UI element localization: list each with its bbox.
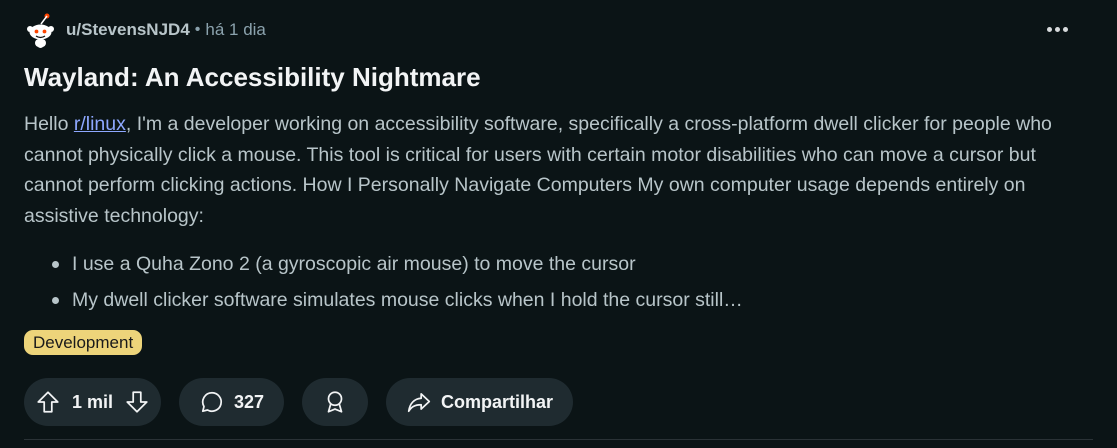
body-text: , I'm a developer working on accessibili… — [24, 113, 1052, 227]
more-dot-icon — [1062, 26, 1068, 32]
body-intro: Hello — [24, 113, 74, 135]
share-label: Compartilhar — [441, 391, 554, 412]
share-icon — [406, 389, 432, 415]
more-dot-icon — [1046, 26, 1052, 32]
share-button[interactable]: Compartilhar — [386, 378, 573, 426]
upvote-icon[interactable] — [35, 389, 61, 415]
post-meta: u/StevensNJD4 • há 1 dia — [24, 12, 266, 48]
flair-badge[interactable]: Development — [24, 330, 143, 355]
action-bar: 1 mil 327 Compartilhar — [24, 378, 573, 426]
comment-icon — [199, 389, 225, 415]
avatar[interactable] — [24, 12, 56, 48]
divider — [24, 439, 1093, 440]
post-card[interactable]: u/StevensNJD4 • há 1 dia Wayland: An Acc… — [0, 0, 1117, 448]
post-title[interactable]: Wayland: An Accessibility Nightmare — [24, 60, 481, 94]
post-timestamp: há 1 dia — [205, 20, 266, 39]
subreddit-link[interactable]: r/linux — [74, 113, 126, 135]
post-body: Hello r/linux, I'm a developer working o… — [24, 109, 1089, 231]
meta-separator: • — [194, 21, 201, 38]
username-link[interactable]: u/StevensNJD4 — [66, 20, 190, 40]
downvote-icon[interactable] — [124, 389, 150, 415]
bullet-list: I use a Quha Zono 2 (a gyroscopic air mo… — [52, 248, 743, 320]
award-button[interactable] — [302, 378, 368, 426]
award-icon — [322, 389, 348, 415]
vote-count: 1 mil — [71, 391, 114, 412]
more-dot-icon — [1054, 26, 1060, 32]
vote-control: 1 mil — [24, 378, 161, 426]
comment-count: 327 — [234, 391, 265, 412]
comments-button[interactable]: 327 — [179, 378, 284, 426]
list-item: I use a Quha Zono 2 (a gyroscopic air mo… — [52, 248, 743, 284]
list-item: My dwell clicker software simulates mous… — [52, 284, 743, 320]
more-options-button[interactable] — [1043, 17, 1071, 41]
